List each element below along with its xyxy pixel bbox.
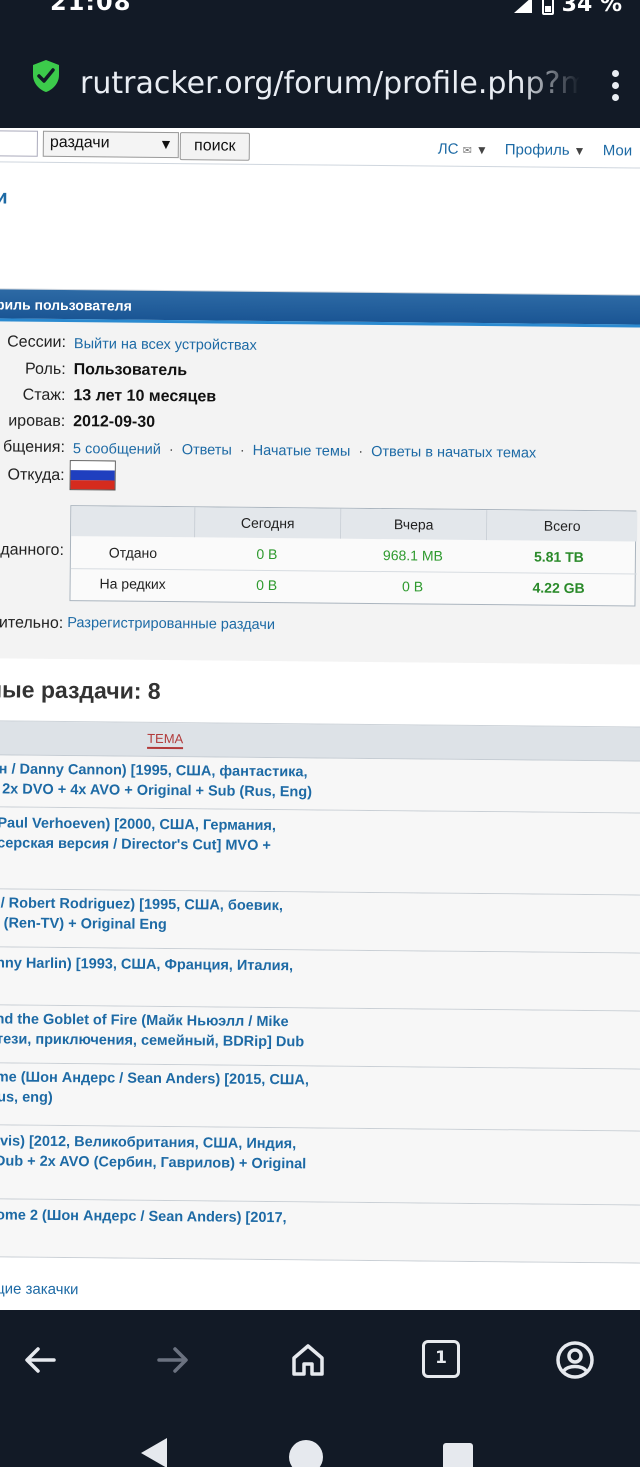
- registered-value: 2012-09-30: [73, 413, 156, 431]
- table-row[interactable]: / Paul Verhoeven) [2000, США, Германия, …: [0, 806, 640, 896]
- stats-label: данного:: [0, 541, 65, 560]
- replies-link[interactable]: Ответы: [182, 442, 232, 458]
- profile-panel-header: филь пользователя: [0, 288, 640, 328]
- topic-column-header[interactable]: ТЕМА: [147, 730, 184, 750]
- back-arrow-icon[interactable]: [20, 1340, 60, 1380]
- table-footer-area: [0, 1256, 640, 1310]
- messages-label: бщения:: [2, 438, 66, 457]
- stats-divider: [70, 568, 637, 575]
- table-row[interactable]: and the Goblet of Fire (Майк Ньюэлл / Mi…: [0, 1004, 640, 1070]
- messages-links: 5 сообщений · Ответы · Начатые темы · Ответы в…: [72, 441, 537, 462]
- table-row[interactable]: он / Danny Cannon) [1995, США, фантастик…: [0, 754, 640, 814]
- sessions-label: Сессии:: [7, 333, 67, 352]
- search-button[interactable]: поиск: [179, 132, 250, 161]
- nav-recents-icon[interactable]: [443, 1443, 473, 1467]
- nav-home-icon[interactable]: [289, 1440, 323, 1467]
- shield-check-icon[interactable]: [31, 59, 61, 93]
- topic-link[interactable]: ravis) [2012, Великобритания, США, Индия…: [0, 1133, 296, 1152]
- table-row[interactable]: enny Harlin) [1993, США, Франция, Италия…: [0, 946, 640, 1012]
- topic-link[interactable]: ome (Шон Андерс / Sean Anders) [2015, СШ…: [0, 1069, 309, 1088]
- topic-link[interactable]: and the Goblet of Fire (Майк Ньюэлл / Mi…: [0, 1011, 289, 1030]
- downloads-section-title: емые раздачи: 8: [0, 676, 161, 704]
- role-label: Роль:: [24, 360, 66, 379]
- tabs-counter-icon[interactable]: 1: [422, 1340, 460, 1378]
- battery-percent: 34 %: [561, 0, 622, 17]
- stats-col-total: Всего: [487, 510, 638, 542]
- topic-link[interactable]: enny Harlin) [1993, США, Франция, Италия…: [0, 955, 293, 974]
- mail-icon: ✉: [462, 144, 472, 157]
- page-header-fragment[interactable]: и: [0, 186, 8, 209]
- messages-count-link[interactable]: 5 сообщений: [73, 441, 161, 458]
- browser-bottom-toolbar: 1: [0, 1310, 640, 1410]
- replies-in-started-topics-link[interactable]: Ответы в начатых темах: [371, 444, 536, 462]
- site-top-toolbar: раздачи ▼ поиск ЛС ✉ ▼ Профиль ▼ Мои: [0, 128, 640, 169]
- stats-cell: 968.1 MB: [382, 547, 443, 564]
- topic-link[interactable]: O (Ren-TV) + Original Eng: [0, 915, 167, 933]
- stats-row-label: Отдано: [108, 544, 158, 561]
- pm-link[interactable]: ЛС ✉ ▼: [438, 141, 488, 158]
- web-page-viewport: раздачи ▼ поиск ЛС ✉ ▼ Профиль ▼ Мои и фил…: [0, 128, 640, 1310]
- table-row[interactable]: c / Robert Rodriguez) [1995, США, боевик…: [0, 888, 640, 954]
- topic-link[interactable]: (rus, eng): [0, 1089, 53, 1106]
- nav-back-icon[interactable]: [137, 1436, 169, 1467]
- logout-all-devices-link[interactable]: Выйти на всех устройствах: [74, 336, 257, 354]
- stats-cell-total: 4.22 GB: [532, 579, 585, 597]
- signal-icon: [513, 0, 532, 13]
- stats-cell: 0 B: [256, 576, 278, 594]
- android-nav-bar: [0, 1410, 640, 1467]
- url-field[interactable]: rutracker.org/forum/profile.php?mo: [80, 66, 580, 101]
- status-bar: 21:08 34 %: [0, 0, 640, 26]
- table-row[interactable]: ravis) [2012, Великобритания, США, Индия…: [0, 1124, 640, 1206]
- account-icon[interactable]: [555, 1340, 595, 1380]
- status-icons: 34 %: [512, 0, 622, 17]
- home-icon[interactable]: [288, 1340, 328, 1380]
- topic-link[interactable]: нтези, приключения, семейный, BDRip] Dub: [0, 1031, 304, 1050]
- table-row[interactable]: Home 2 (Шон Андерс / Sean Anders) [2017,: [0, 1198, 640, 1264]
- search-category-select[interactable]: раздачи ▼: [42, 130, 179, 159]
- started-topics-link[interactable]: Начатые темы: [253, 443, 351, 460]
- unregistered-torrents-link[interactable]: Разрегистрированные раздачи: [67, 615, 275, 633]
- russia-flag-icon: [69, 460, 116, 491]
- upload-stats-table: Сегодня Вчера Всего Отдано 0 B 968.1 MB …: [69, 505, 638, 607]
- my-link[interactable]: Мои: [603, 142, 633, 159]
- topic-link[interactable]: / Paul Verhoeven) [2000, США, Германия,: [0, 815, 276, 834]
- chevron-down-icon: ▼: [158, 135, 173, 153]
- browser-url-bar: rutracker.org/forum/profile.php?mo: [0, 26, 640, 136]
- topic-link[interactable]: Home 2 (Шон Андерс / Sean Anders) [2017,: [0, 1207, 287, 1226]
- role-value: Пользователь: [73, 361, 188, 380]
- extra-label: ительно:: [0, 614, 64, 633]
- profile-panel: филь пользователя Сессии: Выйти на всех …: [0, 287, 640, 665]
- experience-value: 13 лет 10 месяцев: [73, 387, 217, 406]
- web-page: раздачи ▼ поиск ЛС ✉ ▼ Профиль ▼ Мои и фил…: [0, 128, 640, 1310]
- stats-col-yesterday: Вчера: [341, 508, 488, 541]
- topic-link[interactable]: ] Dub + 2x AVO (Сербин, Гаврилов) + Orig…: [0, 1153, 306, 1172]
- forward-arrow-icon[interactable]: [153, 1340, 193, 1380]
- status-time: 21:08: [50, 0, 132, 16]
- stats-cell-total: 5.81 TB: [533, 548, 584, 566]
- profile-link[interactable]: Профиль ▼: [505, 141, 586, 159]
- downloads-table: ТЕМА он / Danny Cannon) [1995, США, фант…: [0, 719, 640, 1310]
- registered-label: ировав:: [8, 412, 66, 431]
- dropdown-arrow-icon: ▼: [573, 143, 586, 159]
- stats-col-today: Сегодня: [195, 507, 342, 539]
- topic-link[interactable]: c / Robert Rodriguez) [1995, США, боевик…: [0, 895, 283, 914]
- topic-link[interactable]: + 2x DVO + 4x AVO + Original + Sub (Rus,…: [0, 781, 312, 800]
- profile-panel-title: филь пользователя: [0, 296, 132, 314]
- from-label: Откуда:: [7, 466, 65, 485]
- battery-icon: [541, 0, 554, 15]
- more-menu-icon[interactable]: [608, 70, 622, 106]
- stats-row-label: На редких: [99, 575, 166, 592]
- table-row[interactable]: ome (Шон Андерс / Sean Anders) [2015, СШ…: [0, 1062, 640, 1132]
- dropdown-arrow-icon: ▼: [475, 142, 488, 158]
- stats-col-empty: [71, 506, 196, 538]
- current-downloads-link[interactable]: ущие закачки: [0, 1280, 79, 1298]
- experience-label: Стаж:: [22, 386, 66, 405]
- topic-link[interactable]: он / Danny Cannon) [1995, США, фантастик…: [0, 761, 308, 780]
- topic-link[interactable]: ссерская версия / Director's Cut] MVO +: [0, 835, 271, 854]
- stats-cell: 0 B: [402, 578, 424, 595]
- search-input[interactable]: [0, 129, 38, 157]
- search-category-value: раздачи: [49, 133, 110, 152]
- stats-cell: 0 B: [256, 545, 278, 563]
